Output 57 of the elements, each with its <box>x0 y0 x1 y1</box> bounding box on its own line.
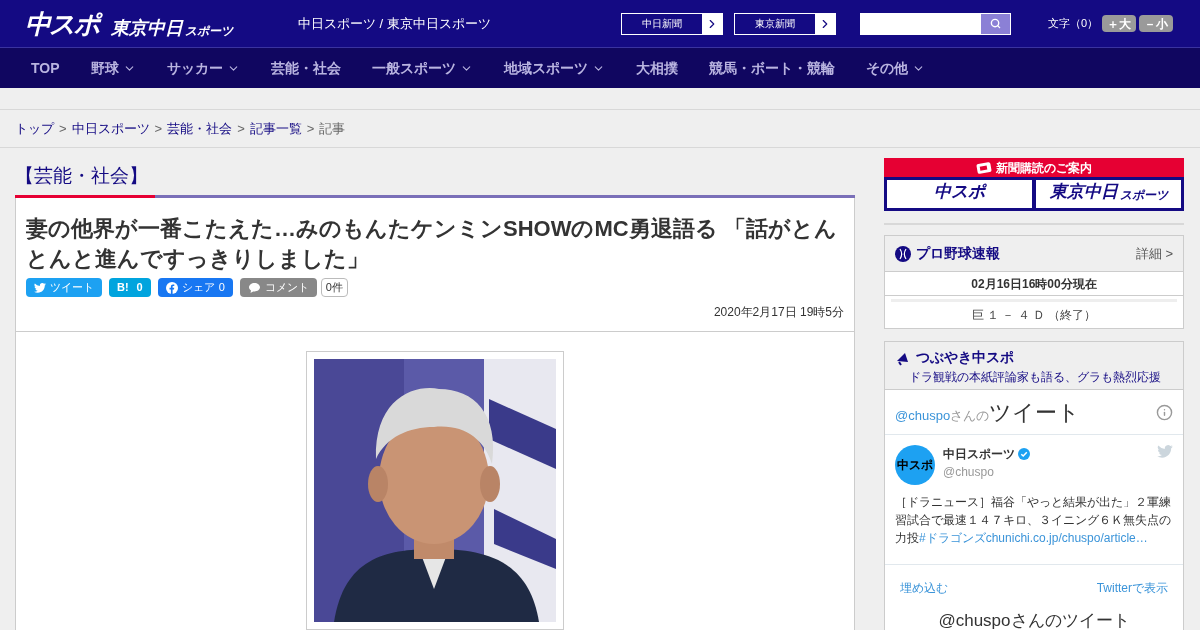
tokyo-chunichi-logo[interactable]: 東京中日スポーツ <box>111 18 233 37</box>
article-title: 妻の他界が一番こたえた…みのもんたケンミンSHOWのMC勇退語る 「話がとんとんと進んですっきりしました」 <box>26 215 838 273</box>
panel-title: つぶやき中スポ <box>916 348 1014 367</box>
share-label: シェア <box>181 280 215 296</box>
timeline-footer[interactable]: @chuspoさんのツイート <box>885 611 1183 630</box>
breadcrumb-separator: > <box>237 119 245 138</box>
breadcrumb-separator: > <box>306 119 315 138</box>
info-icon[interactable] <box>1156 403 1173 421</box>
account-avatar[interactable]: 中スポ <box>895 445 935 485</box>
article-date: 2020年2月17日 19時5分 <box>712 304 844 321</box>
share-count: 0 <box>218 280 225 296</box>
game-score: 巨 １ － ４ Ｄ （終了） <box>970 307 1098 324</box>
facebook-icon <box>165 281 178 294</box>
bird-icon <box>34 282 46 293</box>
baseball-icon <box>895 245 911 262</box>
detail-link[interactable]: 詳細 > <box>1135 243 1173 264</box>
search-icon <box>990 18 1001 29</box>
bookmark-count: 0 <box>136 280 143 296</box>
speech-bubble-icon <box>247 281 261 294</box>
hatena-label: B! <box>117 280 129 296</box>
font-size-label: 文字（0） <box>1048 16 1099 32</box>
breadcrumb-link[interactable]: 芸能・社会 <box>167 118 233 139</box>
newspaper-link[interactable]: 中日新聞 <box>621 12 723 35</box>
nav-item[interactable]: サッカー <box>166 57 240 79</box>
breadcrumb-separator: > <box>59 119 67 138</box>
update-time: 02月16日16時00分現在 <box>885 272 1183 296</box>
breadcrumb-link[interactable]: 中日スポーツ <box>71 118 150 139</box>
nav-item[interactable]: 芸能・社会 <box>270 57 341 79</box>
share-button[interactable]: シェア 0 <box>157 278 233 297</box>
timeline-heading: @chuspoさんのツイート <box>895 398 1081 427</box>
nav-item[interactable]: TOP <box>31 57 60 79</box>
site-title: 中日スポーツ / 東京中日スポーツ <box>298 14 492 33</box>
breadcrumb-separator: > <box>154 119 163 138</box>
paper-logo[interactable]: 中スポ <box>887 180 1032 208</box>
banner-title: 新聞購読のご案内 <box>996 159 1092 177</box>
bird-icon <box>1157 445 1173 458</box>
nav-item[interactable]: 一般スポーツ <box>371 57 473 79</box>
nav-item[interactable]: 野球 <box>90 57 136 79</box>
nav-item[interactable]: 競馬・ボート・競輪 <box>708 57 835 79</box>
comment-button[interactable]: コメント <box>239 278 317 297</box>
nav-item[interactable]: その他 <box>865 57 925 79</box>
hashtag-link[interactable]: #ドラゴンズ <box>919 531 986 545</box>
panel-title: プロ野球速報 <box>916 244 1000 263</box>
tweet-text: ［ドラニュース］福谷「やっと結果が出た」２軍練習試合で最速１４７キロ、３イニング６Ｋ無失点の力投#ドラゴンズchunichi.co.jp/chuspo/article… <box>895 494 1172 547</box>
breadcrumb-link[interactable]: トップ <box>15 118 54 139</box>
account-name[interactable]: 中日スポーツ <box>943 445 1015 463</box>
newspaper-icon <box>976 161 992 174</box>
breadcrumb-current: 記事 <box>319 119 346 138</box>
nav-item[interactable]: 大相撲 <box>635 57 678 79</box>
panel-subtitle: ドラ観戦の本紙評論家も語る、グラも熱烈応援 <box>909 369 1162 386</box>
account-handle: @chuspo <box>943 464 995 481</box>
comment-count: 0件 <box>320 278 348 297</box>
newspaper-link[interactable]: 東京新聞 <box>734 12 836 35</box>
search-button[interactable] <box>981 13 1010 34</box>
breadcrumb-link[interactable]: 記事一覧 <box>249 118 302 139</box>
search-field[interactable] <box>860 12 1011 35</box>
nav-item[interactable]: 地域スポーツ <box>503 57 605 79</box>
